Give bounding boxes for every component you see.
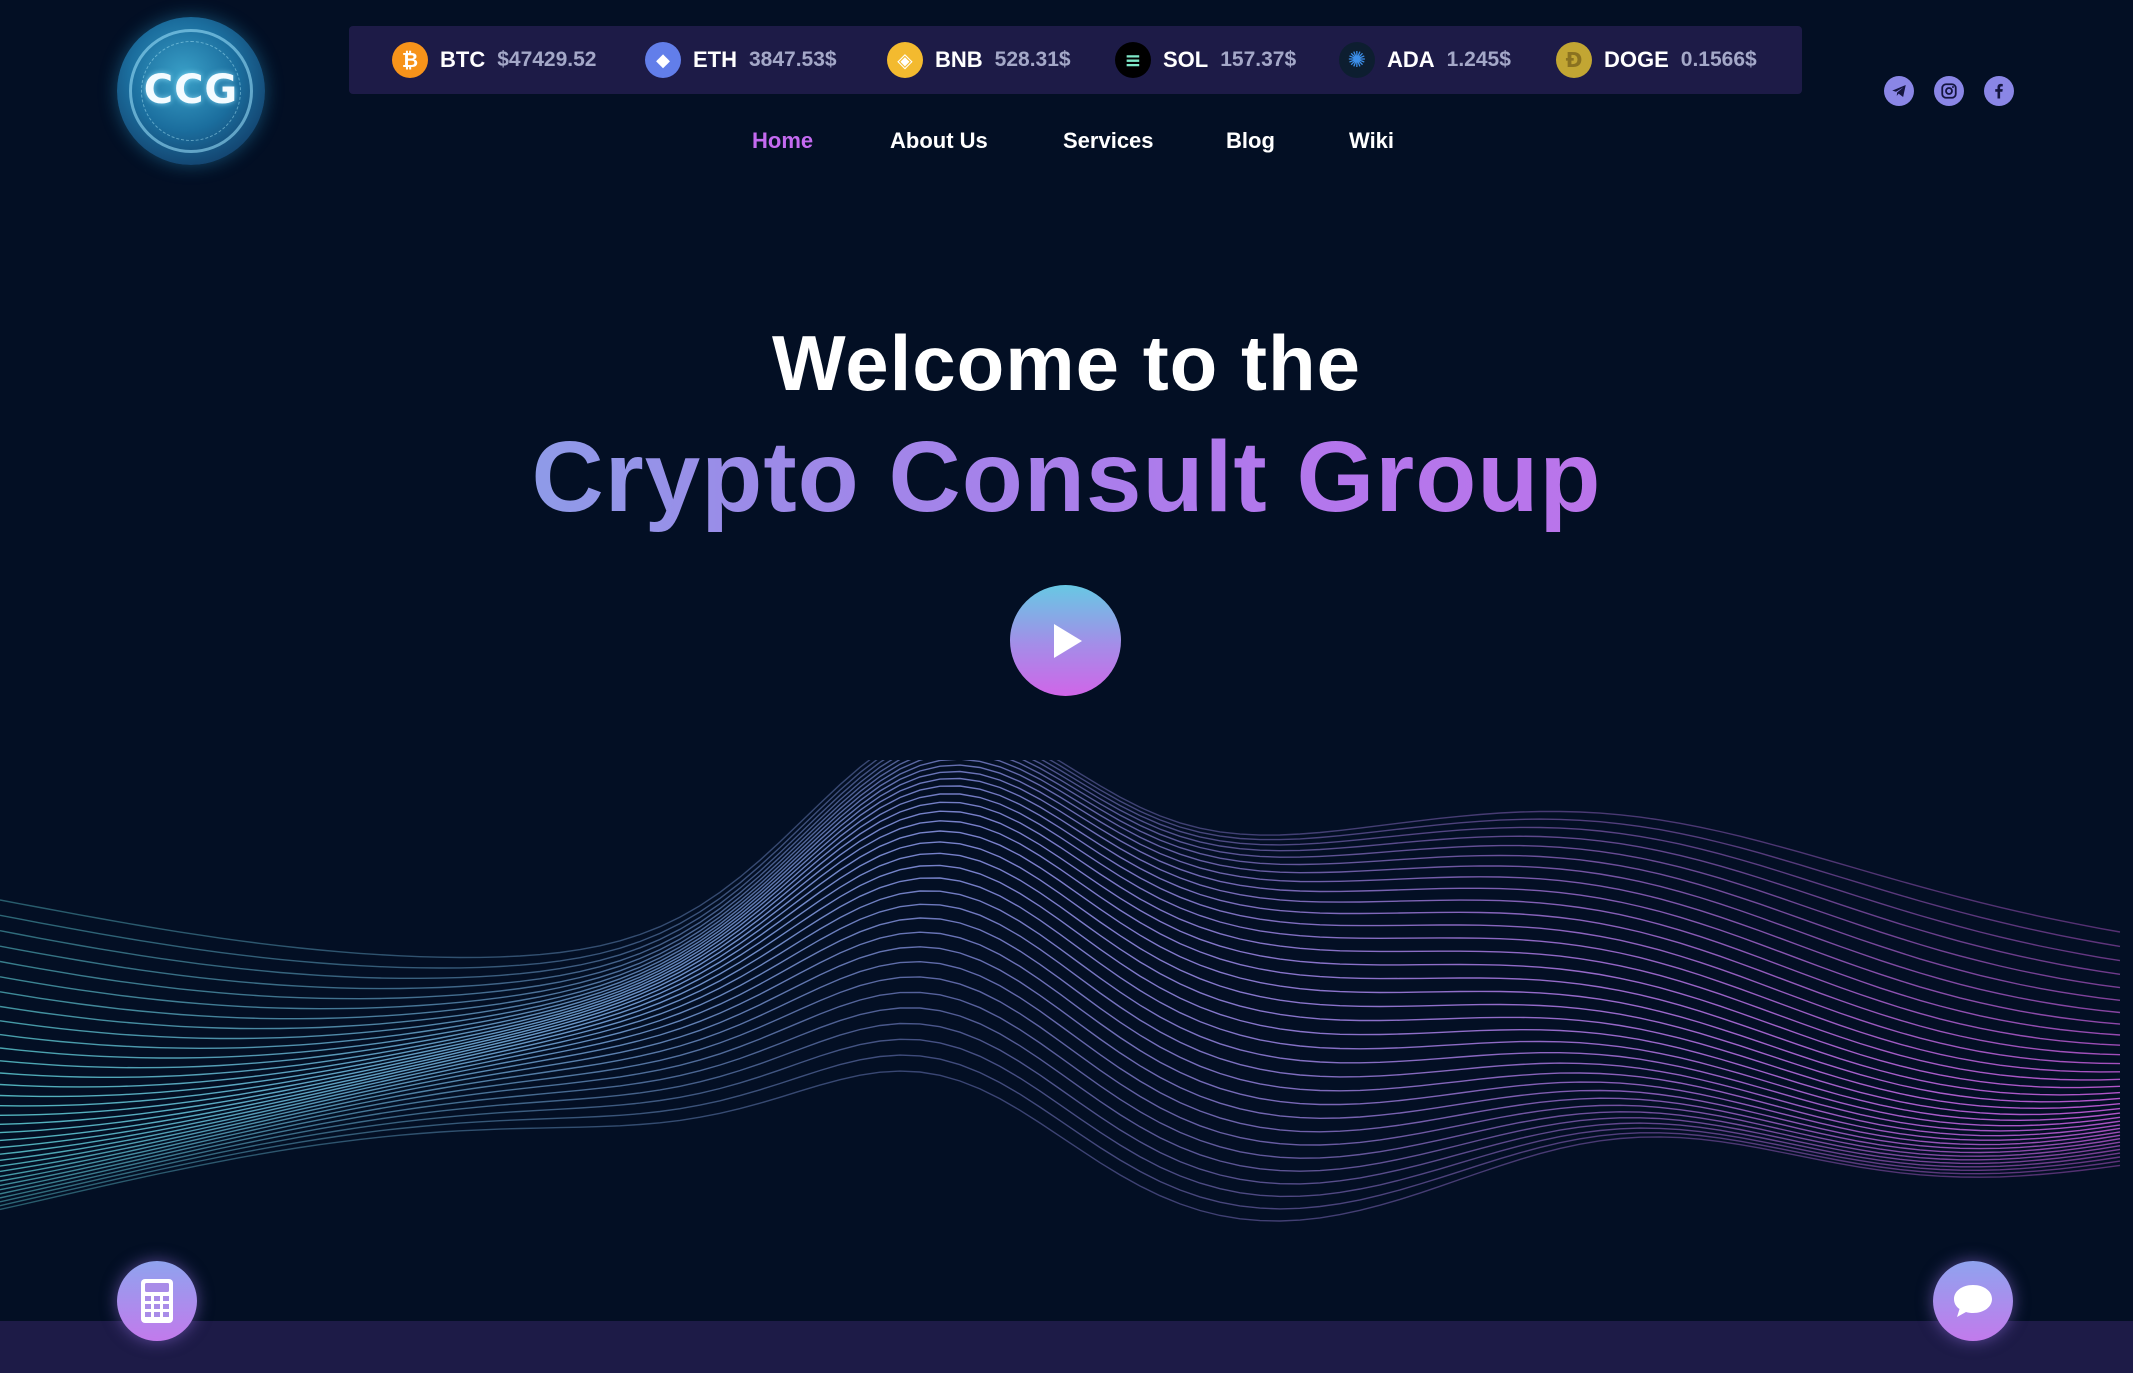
calculator-icon: [141, 1279, 173, 1323]
dogecoin-icon: Ð: [1556, 42, 1592, 78]
wave-line: [0, 841, 2121, 1125]
wave-line: [0, 890, 2121, 1155]
wave-lines-graphic: [0, 760, 2121, 1222]
ethereum-icon: ◆: [645, 42, 681, 78]
ticker-item-eth[interactable]: ◆ ETH 3847.53$: [645, 26, 837, 94]
telegram-icon[interactable]: [1884, 76, 1914, 106]
ticker-price: 3847.53$: [749, 48, 837, 71]
ticker-symbol: SOL: [1163, 47, 1209, 72]
nav-wiki[interactable]: Wiki: [1349, 128, 1394, 154]
ticker-price: 1.245$: [1446, 48, 1511, 71]
calculator-button[interactable]: [117, 1261, 197, 1341]
main-nav: Home About Us Services Blog Wiki: [0, 128, 2133, 158]
ticker-price: 157.37$: [1220, 48, 1297, 71]
wave-line: [0, 770, 2121, 1050]
ticker-symbol: ETH: [693, 47, 737, 72]
ticker-item-sol[interactable]: ≡ SOL 157.37$: [1115, 26, 1296, 94]
wave-line: [0, 760, 2121, 990]
wave-line: [0, 760, 2121, 1020]
facebook-icon[interactable]: [1984, 76, 2014, 106]
cardano-icon: ✺: [1339, 42, 1375, 78]
bottom-bar: [0, 1321, 2133, 1373]
nav-about-us[interactable]: About Us: [890, 128, 988, 154]
instagram-icon[interactable]: [1934, 76, 1964, 106]
chat-icon: [1954, 1285, 1992, 1317]
ticker-symbol: BTC: [440, 47, 486, 72]
nav-home[interactable]: Home: [752, 128, 813, 154]
ticker-symbol: BNB: [935, 47, 983, 72]
solana-icon: ≡: [1115, 42, 1151, 78]
play-icon: [1053, 623, 1082, 658]
hero-heading: Welcome to the: [772, 319, 1361, 407]
ticker-price: 528.31$: [994, 48, 1071, 71]
crypto-price-ticker: ₿ BTC $47429.52 ◆ ETH 3847.53$ ◈ BNB 528…: [349, 26, 1802, 94]
ticker-item-doge[interactable]: Ð DOGE 0.1566$: [1556, 26, 1757, 94]
play-video-button[interactable]: [1010, 585, 1121, 696]
chat-button[interactable]: [1933, 1261, 2013, 1341]
logo-text: CCG: [143, 67, 239, 113]
bnb-icon: ◈: [887, 42, 923, 78]
ticker-item-btc[interactable]: ₿ BTC $47429.52: [392, 26, 597, 94]
wave-line: [0, 810, 2121, 1098]
ticker-symbol: DOGE: [1604, 47, 1669, 72]
bitcoin-icon: ₿: [392, 42, 428, 78]
landing-page: CCG ₿ BTC $47429.52 ◆ ETH 3847.53$ ◈ BNB…: [0, 0, 2133, 1373]
wave-line: [0, 903, 2121, 1161]
ticker-price: 0.1566$: [1680, 48, 1757, 71]
ticker-item-ada[interactable]: ✺ ADA 1.245$: [1339, 26, 1511, 94]
wave-line: [0, 991, 2121, 1191]
hero-brand-title: Crypto Consult Group: [0, 420, 2133, 535]
wave-line: [0, 1022, 2121, 1199]
wave-line: [0, 764, 2121, 1040]
ticker-symbol: ADA: [1387, 47, 1435, 72]
wave-line: [0, 760, 2121, 959]
nav-services[interactable]: Services: [1063, 128, 1154, 154]
ticker-item-bnb[interactable]: ◈ BNB 528.31$: [887, 26, 1071, 94]
ticker-price: $47429.52: [497, 48, 597, 71]
nav-blog[interactable]: Blog: [1226, 128, 1275, 154]
wave-line: [0, 1054, 2121, 1210]
